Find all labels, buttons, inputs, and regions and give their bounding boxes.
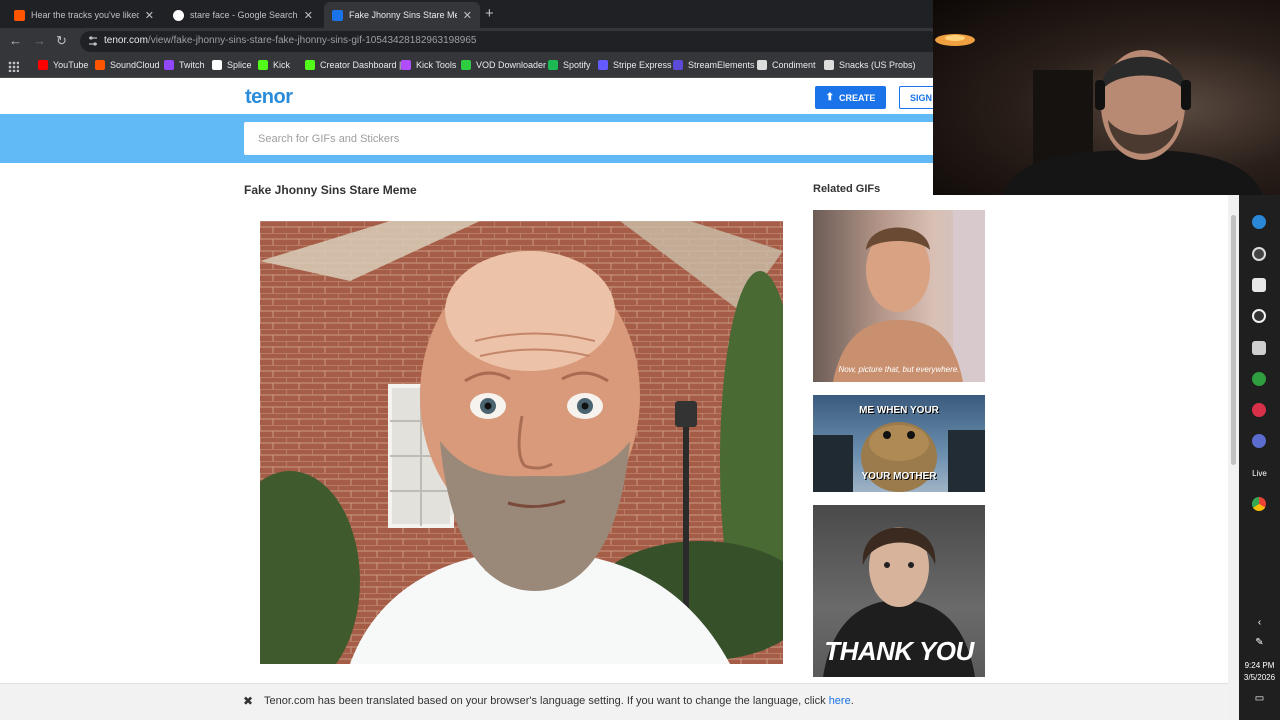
address-bar[interactable]: tenor.com/view/fake-jhonny-sins-stare-fa… <box>80 31 940 52</box>
soundcloud-icon <box>14 9 25 21</box>
tab-google-search[interactable]: stare face - Google Search ✕ <box>165 2 321 28</box>
bookmark-label: Kick Tools <box>416 60 457 70</box>
translation-notice-bar: ✖ Tenor.com has been translated based on… <box>0 683 1228 720</box>
notification-icon[interactable]: ▭ <box>1239 693 1280 704</box>
tab-title: stare face - Google Search <box>190 10 298 20</box>
bookmark-favicon-icon <box>598 60 608 70</box>
bookmark-label: VOD Downloader <box>476 60 547 70</box>
bookmark-label: YouTube <box>53 60 89 70</box>
create-button[interactable]: ⬆ CREATE <box>815 86 886 109</box>
main-gif[interactable] <box>260 221 783 664</box>
bookmark-item[interactable]: Condiment <box>757 60 816 70</box>
bookmark-favicon-icon <box>757 60 767 70</box>
bookmark-label: SoundCloud <box>110 60 160 70</box>
app-icon[interactable] <box>1252 215 1266 229</box>
bookmark-favicon-icon <box>212 60 222 70</box>
bookmark-item[interactable]: Twitch <box>164 60 205 70</box>
bookmark-item[interactable]: VOD Downloader <box>461 60 546 70</box>
bookmark-favicon-icon <box>258 60 268 70</box>
bookmark-label: Condiment <box>772 60 816 70</box>
bookmark-item[interactable]: Kick Tools <box>401 60 456 70</box>
app-icon[interactable] <box>1252 247 1266 261</box>
page-scrollbar[interactable] <box>1228 195 1239 720</box>
search-box <box>244 122 944 155</box>
new-tab-icon[interactable]: + <box>485 5 494 22</box>
change-language-link[interactable]: here <box>829 695 851 707</box>
app-icon[interactable] <box>1252 403 1266 417</box>
related-gif-caption-top: ME WHEN YOUR <box>859 405 939 416</box>
close-tab-icon[interactable]: ✕ <box>463 9 472 22</box>
bookmark-item[interactable]: Stripe Express <box>598 60 672 70</box>
tenor-logo[interactable]: tenor <box>245 86 293 109</box>
bookmark-favicon-icon <box>673 60 683 70</box>
tenor-gif-icon <box>332 9 343 21</box>
close-tab-icon[interactable]: ✕ <box>304 9 313 22</box>
bookmark-label: Stripe Express <box>613 60 672 70</box>
system-taskbar: Live ‹ ✎ 9:24 PM 3/5/2026 ▭ <box>1239 195 1280 720</box>
bookmark-favicon-icon <box>548 60 558 70</box>
close-tab-icon[interactable]: ✕ <box>145 9 154 22</box>
tab-tenor[interactable]: Fake Jhonny Sins Stare Meme ✕ <box>324 2 480 28</box>
forward-icon[interactable]: → <box>33 33 46 48</box>
upload-icon: ⬆ <box>825 92 835 103</box>
tab-title: Hear the tracks you've liked: on <box>31 10 139 20</box>
bookmark-item[interactable]: Spotify <box>548 60 591 70</box>
translation-message: Tenor.com has been translated based on y… <box>264 695 854 707</box>
chrome-icon[interactable] <box>1252 497 1266 511</box>
app-icon[interactable] <box>1252 309 1266 323</box>
pen-icon[interactable]: ✎ <box>1239 637 1280 648</box>
bookmark-favicon-icon <box>38 60 48 70</box>
related-gif-caption-bottom: YOUR MOTHER <box>861 471 937 482</box>
search-input[interactable] <box>244 122 944 155</box>
close-icon[interactable]: ✖ <box>243 694 253 708</box>
bookmark-favicon-icon <box>401 60 411 70</box>
chevron-left-icon[interactable]: ‹ <box>1239 617 1280 628</box>
bookmark-item[interactable]: SoundCloud <box>95 60 160 70</box>
site-info-icon[interactable] <box>88 35 98 47</box>
gif-title: Fake Jhonny Sins Stare Meme <box>244 183 417 197</box>
app-icon[interactable] <box>1252 341 1266 355</box>
bookmark-label: Spotify <box>563 60 591 70</box>
scrollbar-thumb[interactable] <box>1231 215 1236 465</box>
create-label: CREATE <box>839 92 876 103</box>
clock-date[interactable]: 3/5/2026 <box>1239 673 1280 682</box>
live-label[interactable]: Live <box>1239 469 1280 478</box>
related-gifs-title: Related GIFs <box>813 183 881 195</box>
bookmark-label: Twitch <box>179 60 205 70</box>
related-gif-2[interactable]: ME WHEN YOUR YOUR MOTHER <box>813 395 985 492</box>
bookmark-label: Splice <box>227 60 252 70</box>
app-icon[interactable] <box>1252 434 1266 448</box>
bookmark-label: Kick <box>273 60 291 70</box>
related-gif-caption: THANK YOU <box>824 636 974 666</box>
bookmark-favicon-icon <box>461 60 471 70</box>
tab-title: Fake Jhonny Sins Stare Meme <box>349 10 457 20</box>
related-gif-caption: Now, picture that, but everywhere. <box>838 365 960 374</box>
bookmark-item[interactable]: StreamElements <box>673 60 755 70</box>
bookmark-favicon-icon <box>164 60 174 70</box>
tab-soundcloud[interactable]: Hear the tracks you've liked: on ✕ <box>6 2 162 28</box>
bookmark-item[interactable]: Splice <box>212 60 252 70</box>
reload-icon[interactable]: ↻ <box>56 33 67 49</box>
bookmark-favicon-icon <box>95 60 105 70</box>
bookmark-item[interactable]: Snacks (US Probs) <box>824 60 916 70</box>
bookmark-label: Snacks (US Probs) <box>839 60 916 70</box>
bookmark-item[interactable]: Kick <box>258 60 290 70</box>
bookmark-favicon-icon <box>824 60 834 70</box>
related-gif-1[interactable]: Now, picture that, but everywhere. <box>813 210 985 382</box>
app-icon[interactable] <box>1252 278 1266 292</box>
clock-time[interactable]: 9:24 PM <box>1239 661 1280 670</box>
app-icon[interactable] <box>1252 372 1266 386</box>
bookmark-item[interactable]: Creator Dashboard |... <box>305 60 409 70</box>
google-icon <box>173 9 184 21</box>
bookmark-label: Creator Dashboard |... <box>320 60 409 70</box>
apps-grid-icon[interactable] <box>8 61 19 72</box>
sign-in-label: SIGN <box>910 92 933 103</box>
back-icon[interactable]: ← <box>9 33 22 48</box>
bookmark-item[interactable]: YouTube <box>38 60 88 70</box>
bookmark-favicon-icon <box>305 60 315 70</box>
webcam-overlay <box>933 0 1280 195</box>
related-gif-3[interactable]: THANK YOU <box>813 505 985 677</box>
bookmark-label: StreamElements <box>688 60 755 70</box>
url-text: tenor.com/view/fake-jhonny-sins-stare-fa… <box>104 35 477 46</box>
